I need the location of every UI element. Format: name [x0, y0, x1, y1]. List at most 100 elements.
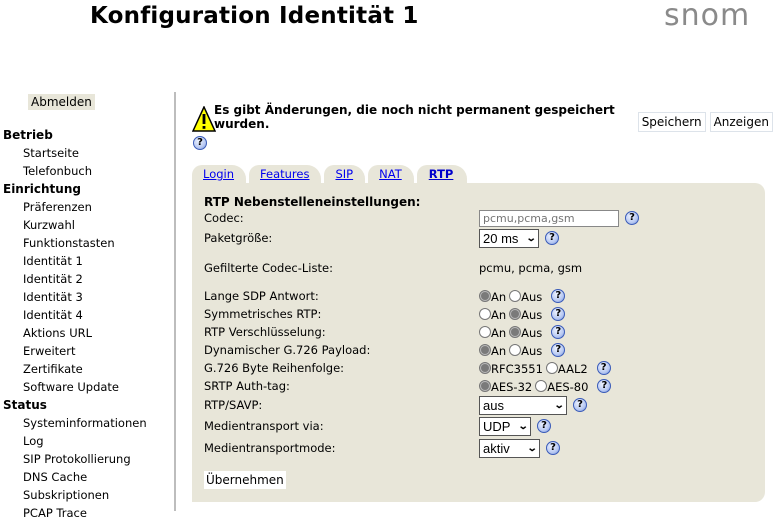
sidebar-item-log[interactable]: Log [0, 432, 176, 450]
nav-section-einrichtung: Einrichtung [3, 182, 81, 196]
help-icon[interactable]: ? [596, 361, 611, 375]
rtp-encryption-off-radio[interactable] [509, 326, 522, 338]
media-transport-label: Medientransport via: [204, 419, 324, 433]
radio-label: Aus [521, 290, 543, 304]
chevron-down-icon: ⌄ [517, 420, 529, 432]
packet-size-select[interactable]: 20 ms ⌄ [479, 228, 539, 248]
dyn-g726-label: Dynamischer G.726 Payload: [204, 343, 371, 357]
help-icon[interactable]: ? [537, 419, 551, 433]
help-icon[interactable]: ? [546, 441, 560, 455]
logout-button[interactable]: Abmelden [28, 94, 95, 110]
notice-text: Es gibt Änderungen, die noch nicht perma… [214, 103, 615, 131]
symmetric-rtp-label: Symmetrisches RTP: [204, 307, 322, 321]
radio-label: Aus [521, 308, 543, 322]
sidebar-item-dns-cache[interactable]: DNS Cache [0, 468, 176, 486]
media-transport-select[interactable]: UDP ⌄ [479, 416, 531, 436]
dyn-g726-on-radio[interactable] [479, 344, 491, 356]
help-icon[interactable]: ? [625, 211, 639, 225]
sidebar-item-telefonbuch[interactable]: Telefonbuch [0, 162, 176, 180]
radio-label: An [491, 308, 507, 322]
codec-input[interactable] [479, 209, 619, 227]
srtp-aes80-radio[interactable] [535, 380, 548, 392]
sidebar-item-funktionstasten[interactable]: Funktionstasten [0, 234, 176, 252]
help-icon[interactable]: ? [597, 379, 612, 393]
long-sdp-label: Lange SDP Antwort: [204, 289, 319, 303]
radio-label: An [491, 290, 507, 304]
sidebar: Abmelden Betrieb Startseite Telefonbuch … [0, 92, 176, 520]
unsaved-changes-notice: Es gibt Änderungen, die noch nicht perma… [191, 103, 773, 132]
media-transport-value: UDP [483, 418, 511, 434]
sidebar-item-identitaet-4[interactable]: Identität 4 [0, 306, 176, 324]
filtered-codecs-value: pcmu, pcma, gsm [479, 261, 583, 275]
sidebar-item-praeferenzen[interactable]: Präferenzen [0, 198, 176, 216]
media-mode-label: Medientransportmode: [204, 441, 336, 455]
page-title: Konfiguration Identität 1 [90, 3, 419, 29]
help-icon[interactable]: ? [573, 398, 587, 412]
symmetric-rtp-off-radio[interactable] [509, 308, 522, 320]
save-button[interactable]: Speichern [637, 112, 706, 132]
help-icon[interactable]: ? [545, 231, 559, 245]
nav-section-status: Status [3, 398, 47, 412]
help-icon[interactable]: ? [193, 136, 207, 150]
sidebar-item-kurzwahl[interactable]: Kurzwahl [0, 216, 176, 234]
codec-label: Codec: [204, 211, 244, 225]
tab-bar: Login Features SIP NAT RTP [192, 165, 468, 183]
help-icon[interactable]: ? [551, 343, 566, 357]
rtp-savp-select[interactable]: aus ⌄ [479, 395, 567, 415]
sidebar-item-subskriptionen[interactable]: Subskriptionen [0, 486, 176, 504]
tab-login[interactable]: Login [192, 165, 247, 183]
sidebar-item-identitaet-3[interactable]: Identität 3 [0, 288, 176, 306]
help-icon[interactable]: ? [551, 325, 566, 339]
chevron-down-icon: ⌄ [553, 399, 565, 411]
rtp-encryption-on-radio[interactable] [479, 326, 491, 338]
radio-label: An [491, 344, 507, 358]
filtered-codecs-label: Gefilterte Codec-Liste: [204, 261, 333, 275]
sidebar-item-pcap-trace[interactable]: PCAP Trace [0, 504, 176, 522]
packet-size-label: Paketgröße: [204, 231, 273, 245]
section-title: RTP Nebenstelleneinstellungen: [204, 195, 421, 209]
nav-section-betrieb: Betrieb [3, 128, 53, 142]
help-icon[interactable]: ? [551, 307, 566, 321]
sidebar-item-zertifikate[interactable]: Zertifikate [0, 360, 176, 378]
srtp-aes32-radio[interactable] [479, 380, 491, 392]
show-button[interactable]: Anzeigen [709, 112, 773, 132]
packet-size-value: 20 ms [483, 230, 519, 246]
radio-label: AES-32 [491, 380, 533, 394]
sidebar-item-systeminformationen[interactable]: Systeminformationen [0, 414, 176, 432]
sidebar-item-startseite[interactable]: Startseite [0, 144, 176, 162]
sidebar-item-aktions-url[interactable]: Aktions URL [0, 324, 176, 342]
long-sdp-on-radio[interactable] [479, 290, 491, 302]
symmetric-rtp-on-radio[interactable] [479, 308, 491, 320]
radio-label: RFC3551 [491, 362, 543, 376]
chevron-down-icon: ⌄ [526, 442, 538, 454]
dyn-g726-off-radio[interactable] [509, 344, 522, 356]
apply-button[interactable]: Übernehmen [204, 471, 286, 489]
sidebar-item-identitaet-2[interactable]: Identität 2 [0, 270, 176, 288]
media-mode-value: aktiv [483, 440, 510, 456]
radio-label: AES-80 [547, 380, 589, 394]
sidebar-item-identitaet-1[interactable]: Identität 1 [0, 252, 176, 270]
sidebar-item-software-update[interactable]: Software Update [0, 378, 176, 396]
rtp-savp-value: aus [483, 397, 504, 413]
tab-nat[interactable]: NAT [368, 165, 414, 183]
chevron-down-icon: ⌄ [525, 232, 537, 244]
rtp-settings-panel: RTP Nebenstelleneinstellungen: Codec: ? … [192, 183, 765, 502]
help-icon[interactable]: ? [551, 289, 566, 303]
sidebar-item-erweitert[interactable]: Erweitert [0, 342, 176, 360]
tab-rtp[interactable]: RTP [416, 165, 468, 183]
snom-logo: snom [664, 0, 751, 33]
rtp-savp-label: RTP/SAVP: [204, 398, 263, 412]
rtp-encryption-label: RTP Verschlüsselung: [204, 325, 326, 339]
radio-label: Aus [521, 344, 543, 358]
radio-label: An [491, 326, 507, 340]
media-mode-select[interactable]: aktiv ⌄ [479, 438, 540, 458]
sidebar-item-sip-protokollierung[interactable]: SIP Protokollierung [0, 450, 176, 468]
radio-label: Aus [521, 326, 543, 340]
srtp-auth-label: SRTP Auth-tag: [204, 379, 290, 393]
g726-aal2-radio[interactable] [545, 362, 558, 374]
radio-label: AAL2 [557, 362, 588, 376]
tab-sip[interactable]: SIP [324, 165, 366, 183]
long-sdp-off-radio[interactable] [509, 290, 522, 302]
g726-rfc3551-radio[interactable] [479, 362, 491, 374]
tab-features[interactable]: Features [249, 165, 322, 183]
